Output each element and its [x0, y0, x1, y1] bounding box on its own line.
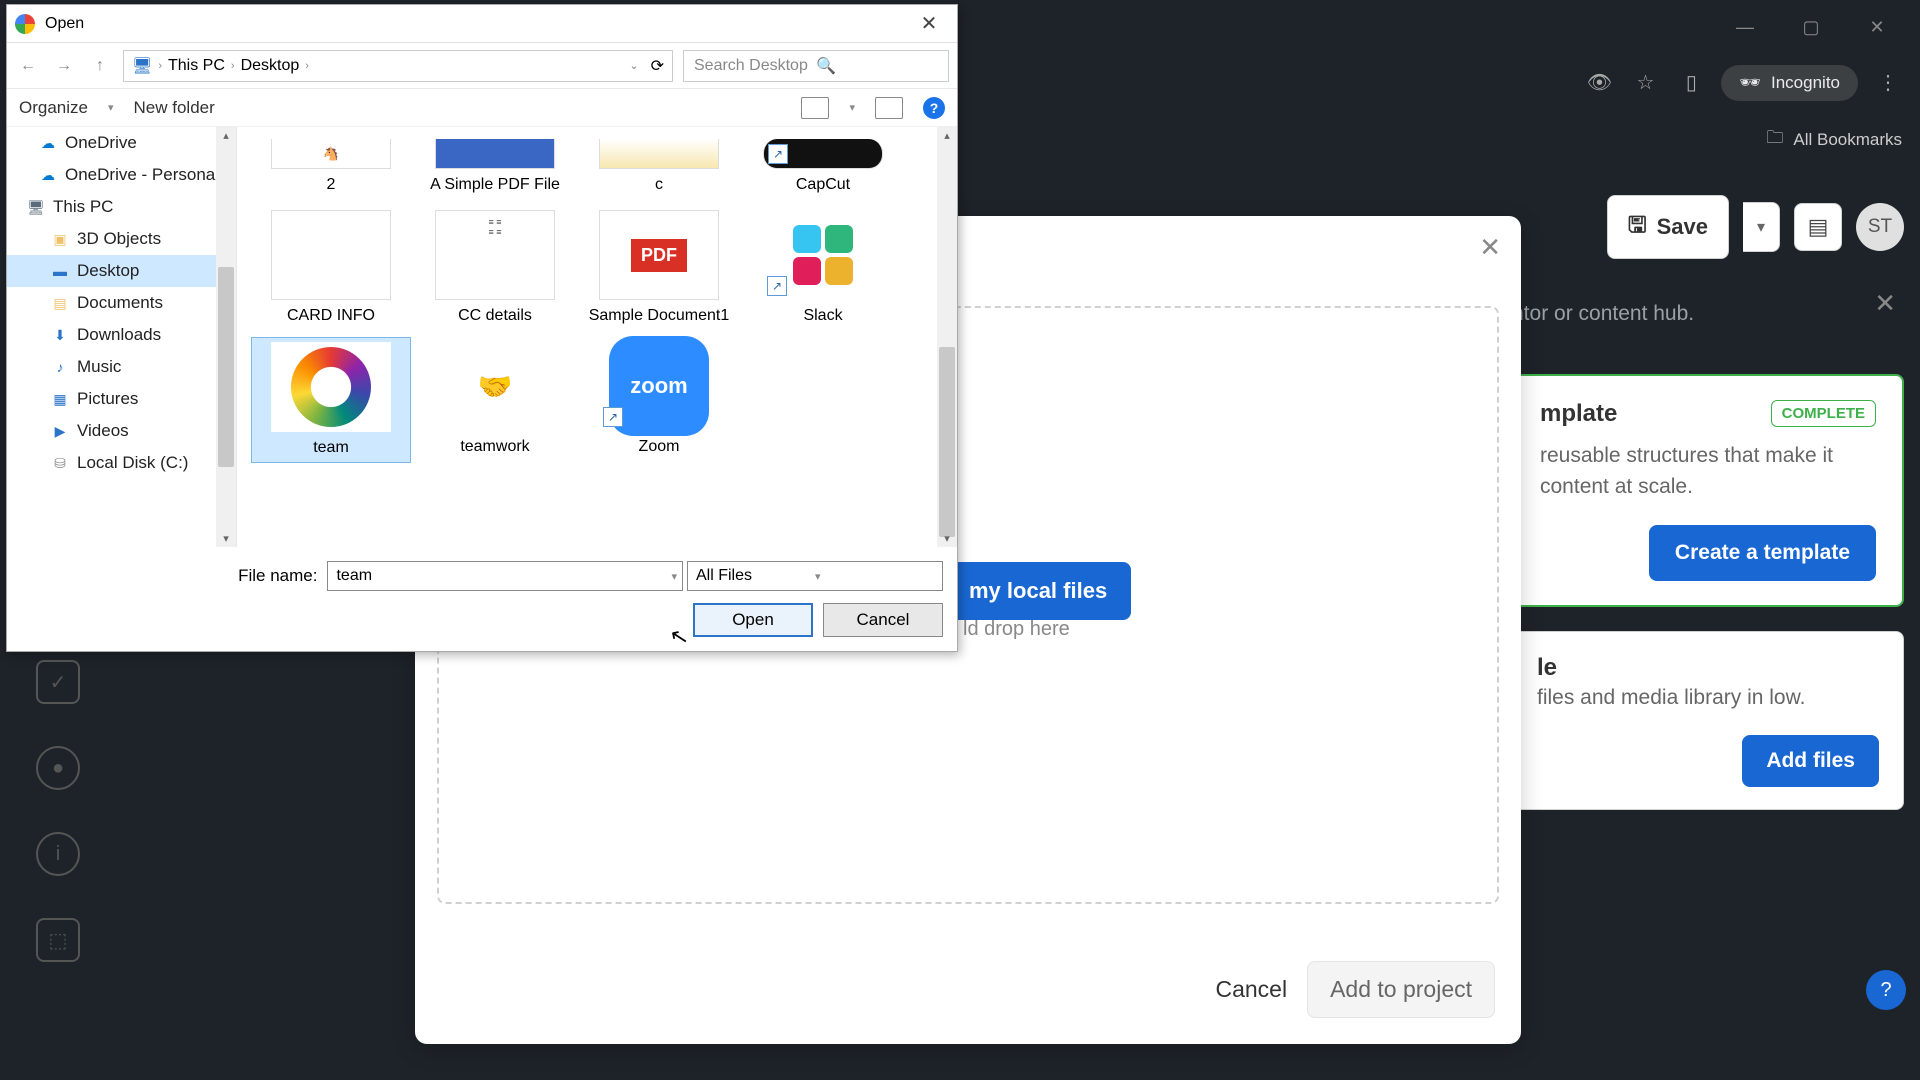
incognito-label: Incognito	[1771, 73, 1840, 93]
path-bar[interactable]: 🖥 › This PC › Desktop › ⌄ ⟳	[123, 50, 673, 82]
tree-item-onedrive[interactable]: ☁OneDrive	[7, 127, 236, 159]
view-icon[interactable]	[801, 97, 829, 119]
path-segment[interactable]: This PC	[168, 57, 225, 75]
drag-drop-text: ld drop here	[963, 618, 1070, 641]
template-card: mplate COMPLETE reusable structures that…	[1512, 374, 1904, 607]
tree-item-pictures[interactable]: ▦Pictures	[7, 383, 236, 415]
file-item[interactable]: zoomZoom	[579, 337, 739, 462]
preview-pane-icon[interactable]	[875, 97, 903, 119]
window-maximize-icon[interactable]: ▢	[1788, 8, 1834, 48]
chrome-icon	[15, 14, 35, 34]
menu-icon[interactable]: ⋮	[1872, 67, 1904, 99]
file-item[interactable]: A Simple PDF File	[415, 135, 575, 198]
card-title: le	[1537, 654, 1879, 682]
window-close-icon[interactable]: ✕	[1854, 8, 1900, 48]
add-files-button[interactable]: Add files	[1742, 735, 1879, 787]
all-bookmarks-link[interactable]: 🗀 All Bookmarks	[1766, 125, 1902, 154]
file-item[interactable]: PDFSample Document1	[579, 206, 739, 329]
filetype-select[interactable]: All Files▾	[687, 561, 943, 591]
nav-forward-icon[interactable]: →	[51, 53, 77, 79]
filename-input[interactable]	[327, 561, 683, 591]
browse-local-button[interactable]: my local files	[945, 562, 1131, 620]
create-template-button[interactable]: Create a template	[1649, 525, 1876, 581]
card-desc: files and media library in low.	[1537, 682, 1879, 714]
save-button[interactable]: 🖫 Save	[1607, 195, 1729, 259]
tree-item-desktop[interactable]: ▬Desktop	[7, 255, 236, 287]
organize-menu[interactable]: Organize	[19, 98, 88, 118]
file-item[interactable]: 🐴2	[251, 135, 411, 198]
tree-item-videos[interactable]: ▶Videos	[7, 415, 236, 447]
path-segment[interactable]: Desktop	[241, 57, 300, 75]
tree-item-music[interactable]: ♪Music	[7, 351, 236, 383]
nav-up-icon[interactable]: ↑	[87, 53, 113, 79]
nav-back-icon[interactable]: ←	[15, 53, 41, 79]
card-desc: reusable structures that make it content…	[1540, 440, 1876, 503]
search-icon: 🔍	[816, 56, 938, 76]
file-item[interactable]: ≡ ≡≡ ≡CC details	[415, 206, 575, 329]
tree-item-this-pc[interactable]: 🖥This PC	[7, 191, 236, 223]
save-icon: 🖫	[1628, 208, 1647, 246]
dialog-close-icon[interactable]: ✕	[909, 11, 949, 36]
modal-cancel-button[interactable]: Cancel	[1215, 976, 1287, 1003]
card-title: mplate	[1540, 400, 1617, 428]
refresh-icon[interactable]: ⟳	[651, 56, 664, 76]
tree-item-3d[interactable]: ▣3D Objects	[7, 223, 236, 255]
file-item-selected[interactable]: team	[251, 337, 411, 462]
panel-icon[interactable]: ▯	[1675, 67, 1707, 99]
path-dropdown-icon[interactable]: ⌄	[629, 59, 638, 72]
file-item[interactable]: CARD INFO	[251, 206, 411, 329]
window-minimize-icon[interactable]: —	[1722, 8, 1768, 48]
filename-label: File name:	[238, 566, 317, 586]
file-item[interactable]: c	[579, 135, 739, 198]
files-scrollbar[interactable]: ▴ ▾	[937, 127, 957, 547]
file-item[interactable]: Slack	[743, 206, 903, 329]
help-button[interactable]: ?	[1866, 970, 1906, 1010]
folder-icon: 🗀	[1766, 125, 1783, 154]
tree-item-onedrive-personal[interactable]: ☁OneDrive - Personal	[7, 159, 236, 191]
incognito-icon: 🕶	[1739, 73, 1761, 93]
avatar[interactable]: ST	[1856, 203, 1904, 251]
radio-icon[interactable]: ●	[36, 746, 80, 790]
archive-icon[interactable]: ▤	[1794, 203, 1842, 251]
checkbox-icon[interactable]: ✓	[36, 660, 80, 704]
file-open-dialog: Open ✕ ← → ↑ 🖥 › This PC › Desktop › ⌄ ⟳…	[6, 4, 958, 652]
tree-item-local-disk[interactable]: ⛁Local Disk (C:)	[7, 447, 236, 479]
cube-icon[interactable]: ⬚	[36, 918, 80, 962]
tree-scrollbar[interactable]: ▴ ▾	[216, 127, 236, 547]
tree-item-documents[interactable]: ▤Documents	[7, 287, 236, 319]
files-card: le files and media library in low. Add f…	[1512, 631, 1904, 811]
info-icon[interactable]: i	[36, 832, 80, 876]
tree-item-downloads[interactable]: ⬇Downloads	[7, 319, 236, 351]
cancel-button[interactable]: Cancel	[823, 603, 943, 637]
folder-tree: ☁OneDrive ☁OneDrive - Personal 🖥This PC …	[7, 127, 237, 547]
file-grid: 🐴2 A Simple PDF File c CapCut CARD INFO …	[237, 127, 957, 547]
incognito-badge[interactable]: 🕶 Incognito	[1721, 65, 1858, 101]
pc-icon: 🖥	[132, 56, 152, 76]
close-icon[interactable]: ✕	[1874, 288, 1896, 319]
modal-close-icon[interactable]: ✕	[1479, 232, 1501, 263]
star-icon[interactable]: ☆	[1629, 67, 1661, 99]
save-dropdown[interactable]: ▾	[1743, 202, 1780, 252]
search-input[interactable]: Search Desktop 🔍	[683, 50, 949, 82]
dialog-title: Open	[45, 15, 84, 33]
file-item[interactable]: CapCut	[743, 135, 903, 198]
add-to-project-button[interactable]: Add to project	[1307, 961, 1495, 1018]
new-folder-button[interactable]: New folder	[134, 98, 215, 118]
status-badge: COMPLETE	[1771, 400, 1876, 427]
hidden-icon[interactable]: 👁	[1583, 67, 1615, 99]
intro-text: ntor or content hub.	[1512, 290, 1904, 350]
file-item[interactable]: 🤝teamwork	[415, 337, 575, 462]
help-icon[interactable]: ?	[923, 97, 945, 119]
open-button[interactable]: Open	[693, 603, 813, 637]
